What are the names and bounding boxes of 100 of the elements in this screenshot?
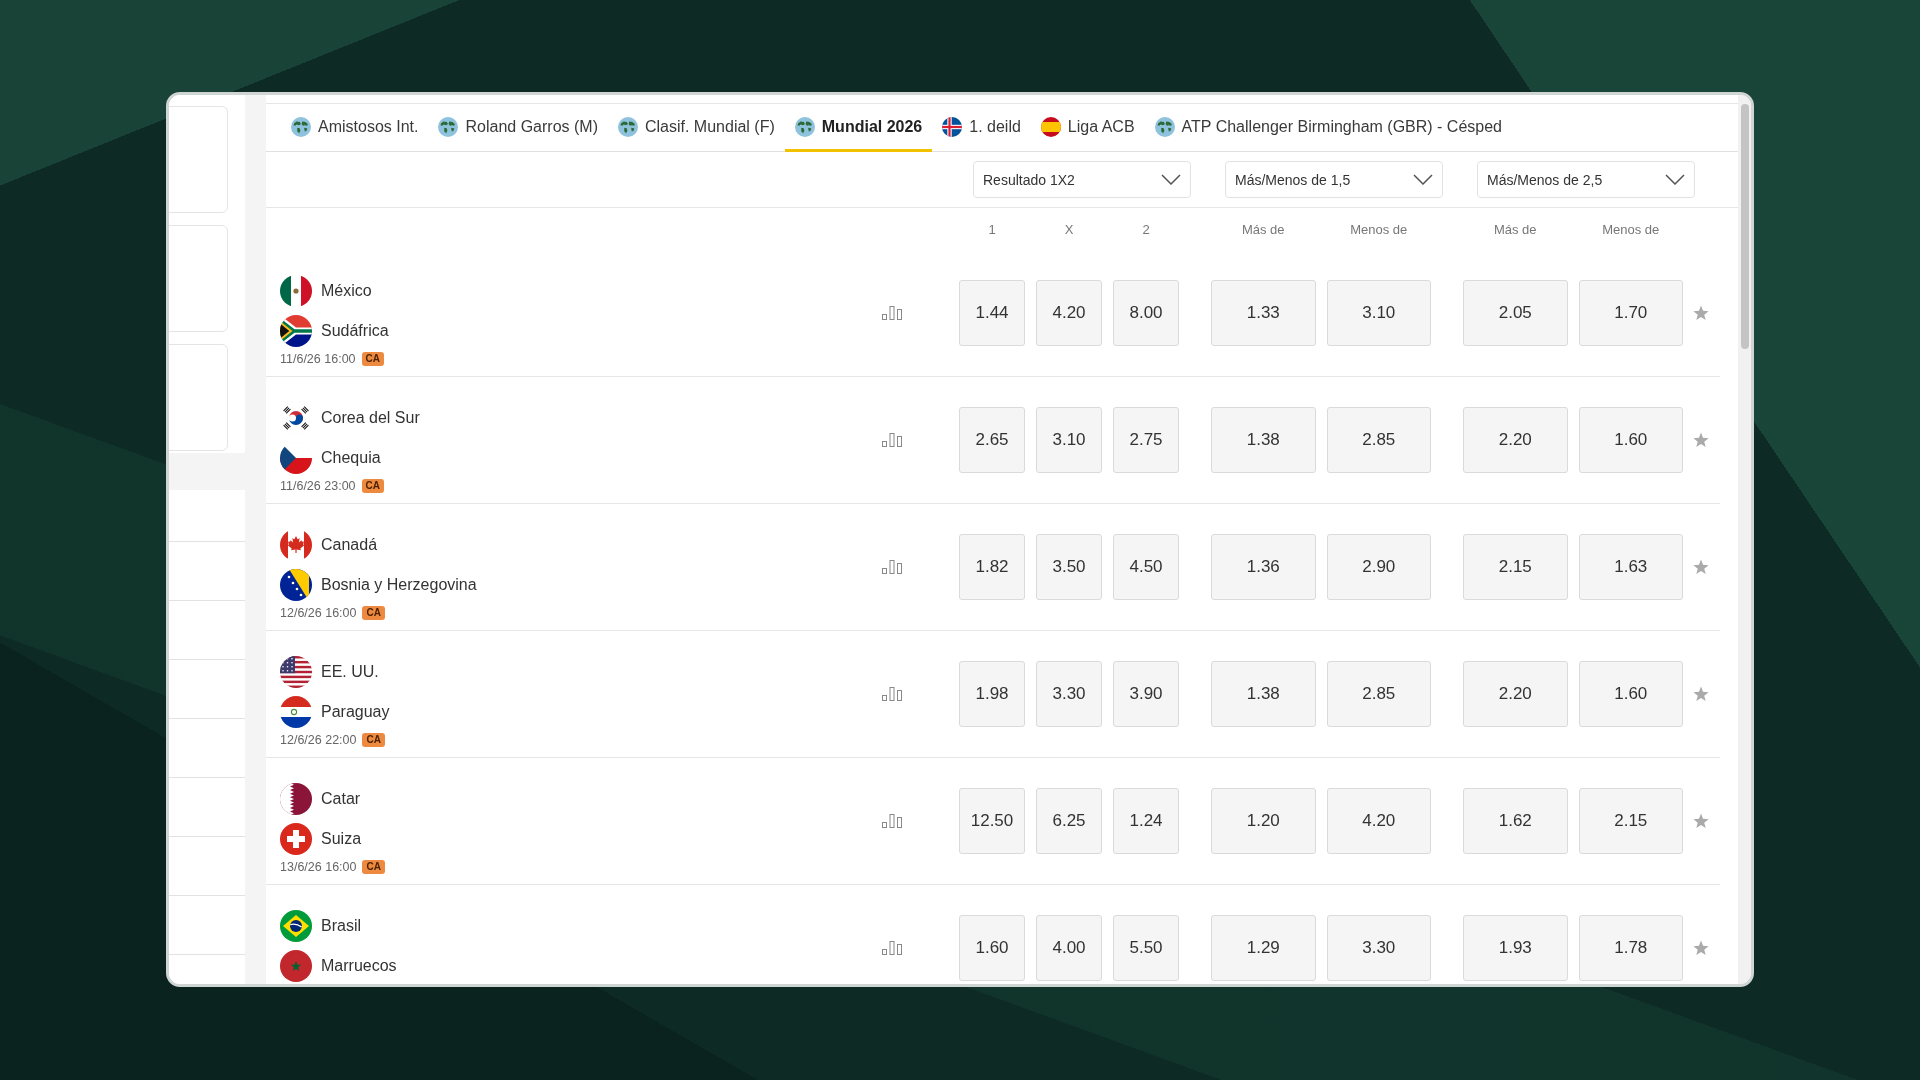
odds-button[interactable]: 1.70 (1578, 280, 1683, 346)
flag-icon (1040, 116, 1061, 137)
star-icon[interactable] (1693, 940, 1709, 956)
odds-button[interactable]: 4.00 (1036, 915, 1102, 981)
globe-icon (617, 116, 638, 137)
flag-icon (280, 656, 312, 688)
star-icon[interactable] (1693, 432, 1709, 448)
flag-icon (942, 116, 963, 137)
odds-button[interactable]: 1.24 (1113, 788, 1179, 854)
competition-tab[interactable]: Roland Garros (M) (428, 104, 608, 152)
column-header: 1 (987, 221, 997, 237)
scrollbar-thumb[interactable] (1740, 104, 1749, 349)
team-name: Marruecos (321, 957, 397, 975)
team-name: Suiza (321, 830, 362, 848)
globe-icon (1154, 116, 1175, 137)
odds-button[interactable]: 4.20 (1326, 788, 1431, 854)
odds-button[interactable]: 3.90 (1113, 661, 1179, 727)
odds-button[interactable]: 4.20 (1036, 280, 1102, 346)
chevron-down-icon (1413, 174, 1433, 185)
star-icon[interactable] (1693, 813, 1709, 829)
odds-button[interactable]: 1.93 (1463, 915, 1568, 981)
team-name: Bosnia y Herzegovina (321, 576, 477, 594)
column-header: Más de (1492, 221, 1538, 237)
odds-button[interactable]: 8.00 (1113, 280, 1179, 346)
competition-tab[interactable]: Amistosos Int. (281, 104, 429, 152)
odds-button[interactable]: 2.05 (1463, 280, 1568, 346)
bar-chart-icon[interactable] (882, 306, 903, 320)
odds-button[interactable]: 1.29 (1211, 915, 1316, 981)
bar-chart-icon[interactable] (882, 941, 903, 955)
odds-button[interactable]: 2.15 (1463, 534, 1568, 600)
odds-button[interactable]: 1.62 (1463, 788, 1568, 854)
competition-tab[interactable]: Mundial 2026 (784, 104, 933, 152)
odds-button[interactable]: 2.90 (1326, 534, 1431, 600)
odds-button[interactable]: 2.20 (1463, 407, 1568, 473)
odds-button[interactable]: 1.60 (959, 915, 1025, 981)
team-name: México (321, 282, 372, 300)
match-time: 13/6/26 16:00 (280, 860, 357, 874)
odds-button[interactable]: 1.82 (959, 534, 1025, 600)
odds-button[interactable]: 1.78 (1578, 915, 1683, 981)
team-name: Brasil (321, 917, 361, 935)
odds-button[interactable]: 4.50 (1113, 534, 1179, 600)
tag-badge: CA (361, 479, 384, 493)
chevron-down-icon (1161, 174, 1181, 185)
odds-button[interactable]: 1.20 (1211, 788, 1316, 854)
bar-chart-icon[interactable] (882, 814, 903, 828)
chevron-down-icon (1665, 174, 1685, 185)
team-name: Corea del Sur (321, 409, 420, 427)
odds-button[interactable]: 2.65 (959, 407, 1025, 473)
bar-chart-icon[interactable] (882, 687, 903, 701)
odds-button[interactable]: 1.36 (1211, 534, 1316, 600)
globe-icon (291, 116, 311, 137)
odds-button[interactable]: 2.85 (1326, 661, 1431, 727)
competition-tab[interactable]: Liga ACB (1030, 104, 1145, 152)
team-name: Chequia (321, 449, 381, 467)
odds-button[interactable]: 1.38 (1211, 661, 1316, 727)
flag-icon (280, 823, 312, 855)
flag-icon (280, 783, 312, 815)
odds-button[interactable]: 3.10 (1326, 280, 1431, 346)
match-time: 11/6/26 23:00 (280, 479, 356, 493)
competition-tab[interactable]: Clasif. Mundial (F) (607, 104, 785, 152)
competition-tab[interactable]: ATP Challenger Birmingham (GBR) - Césped (1144, 104, 1512, 152)
odds-button[interactable]: 3.10 (1036, 407, 1102, 473)
odds-button[interactable]: 12.50 (959, 788, 1025, 854)
odds-button[interactable]: 1.33 (1211, 280, 1316, 346)
odds-button[interactable]: 1.38 (1211, 407, 1316, 473)
odds-button[interactable]: 3.30 (1036, 661, 1102, 727)
odds-button[interactable]: 2.75 (1113, 407, 1179, 473)
match-time: 11/6/26 16:00 (280, 352, 356, 366)
odds-button[interactable]: 1.98 (959, 661, 1025, 727)
match-time: 12/6/26 22:00 (280, 733, 357, 747)
odds-button[interactable]: 6.25 (1036, 788, 1102, 854)
bar-chart-icon[interactable] (882, 560, 903, 574)
tag-badge: CA (362, 606, 385, 620)
odds-button[interactable]: 2.20 (1463, 661, 1568, 727)
odds-button[interactable]: 2.85 (1326, 407, 1431, 473)
star-icon[interactable] (1693, 686, 1709, 702)
odds-button[interactable]: 5.50 (1113, 915, 1179, 981)
bar-chart-icon[interactable] (882, 433, 903, 447)
match-time: 12/6/26 16:00 (280, 606, 357, 620)
team-name: Canadá (321, 536, 378, 554)
competition-tab[interactable]: 1. deild (932, 104, 1031, 152)
market-dropdown[interactable]: Más/Menos de 2,5 (1477, 161, 1695, 198)
globe-icon (794, 116, 815, 137)
flag-icon (280, 950, 312, 982)
star-icon[interactable] (1693, 559, 1709, 575)
market-dropdown[interactable]: Resultado 1X2 (973, 161, 1191, 198)
team-name: Catar (321, 790, 361, 808)
odds-button[interactable]: 1.60 (1578, 661, 1683, 727)
flag-icon (280, 442, 312, 474)
market-dropdown[interactable]: Más/Menos de 1,5 (1225, 161, 1443, 198)
flag-icon (280, 910, 312, 942)
odds-button[interactable]: 1.44 (959, 280, 1025, 346)
odds-button[interactable]: 2.15 (1578, 788, 1683, 854)
odds-button[interactable]: 1.60 (1578, 407, 1683, 473)
star-icon[interactable] (1693, 305, 1709, 321)
globe-icon (438, 116, 459, 137)
odds-button[interactable]: 3.50 (1036, 534, 1102, 600)
odds-button[interactable]: 3.30 (1326, 915, 1431, 981)
odds-button[interactable]: 1.63 (1578, 534, 1683, 600)
team-name: Paraguay (321, 703, 390, 721)
